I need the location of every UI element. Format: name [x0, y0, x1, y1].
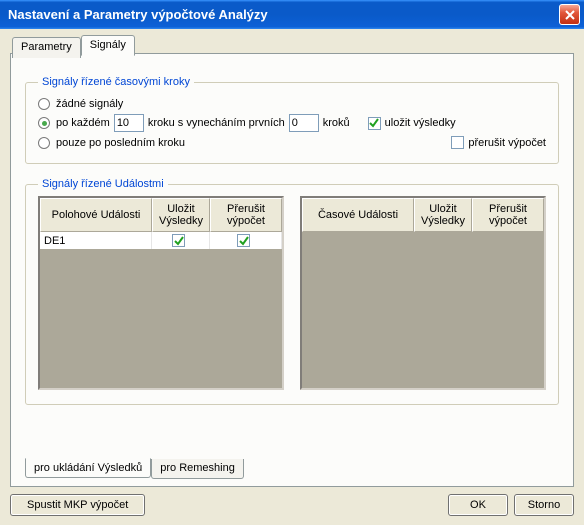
ok-button[interactable]: OK — [448, 494, 508, 516]
col-time-events[interactable]: Časové Události — [302, 198, 414, 232]
radio-every-mid: kroku s vynecháním prvních — [148, 117, 285, 129]
col-right-interrupt[interactable]: Přerušit výpočet — [472, 198, 544, 232]
cell-left-interrupt[interactable] — [210, 232, 282, 249]
group-time-legend: Signály řízené časovými kroky — [38, 76, 194, 88]
skip-input[interactable] — [289, 114, 319, 132]
radio-last-label: pouze po posledním kroku — [56, 137, 185, 149]
radio-none-label: žádné signály — [56, 98, 123, 110]
radio-every-post: kroků — [323, 117, 350, 129]
check-icon — [369, 118, 379, 128]
window-title: Nastavení a Parametry výpočtové Analýzy — [8, 7, 559, 22]
title-bar: Nastavení a Parametry výpočtové Analýzy — [0, 0, 584, 29]
tab-signaly[interactable]: Signály — [81, 35, 135, 56]
check-icon — [239, 236, 249, 246]
dialog-buttons: OK Storno — [448, 494, 574, 516]
col-left-interrupt[interactable]: Přerušit výpočet — [210, 198, 282, 232]
chk-save-label: uložit výsledky — [385, 117, 456, 129]
cell-event-name: DE1 — [40, 232, 152, 249]
tab-page-signaly: Signály řízené časovými kroky žádné sign… — [10, 53, 574, 487]
col-right-save[interactable]: Uložit Výsledky — [414, 198, 472, 232]
close-icon — [565, 10, 575, 20]
top-tabstrip: Parametry Signály — [12, 35, 135, 56]
group-event-signals: Signály řízené Událostmi Polohové Událos… — [25, 178, 559, 405]
run-fem-button[interactable]: Spustit MKP výpočet — [10, 494, 145, 516]
table-row[interactable]: DE1 — [40, 232, 282, 249]
group-time-signals: Signály řízené časovými kroky žádné sign… — [25, 76, 559, 164]
tab-parametry[interactable]: Parametry — [12, 37, 81, 58]
radio-every-pre: po každém — [56, 117, 110, 129]
step-input[interactable] — [114, 114, 144, 132]
radio-last[interactable] — [38, 137, 50, 149]
chk-save-results[interactable] — [368, 117, 381, 130]
btab-remeshing[interactable]: pro Remeshing — [151, 459, 244, 479]
radio-every[interactable] — [38, 117, 50, 129]
chk-interrupt[interactable] — [451, 136, 464, 149]
bottom-tabstrip: pro ukládání Výsledků pro Remeshing — [25, 459, 244, 479]
radio-none[interactable] — [38, 98, 50, 110]
close-button[interactable] — [559, 4, 580, 25]
btab-save-results[interactable]: pro ukládání Výsledků — [25, 458, 151, 478]
list-position-events[interactable]: Polohové Události Uložit Výsledky Přeruš… — [38, 196, 284, 390]
cancel-button[interactable]: Storno — [514, 494, 574, 516]
col-pos-events[interactable]: Polohové Události — [40, 198, 152, 232]
list-time-events[interactable]: Časové Události Uložit Výsledky Přerušit… — [300, 196, 546, 390]
chk-interrupt-label: přerušit výpočet — [468, 137, 546, 149]
col-left-save[interactable]: Uložit Výsledky — [152, 198, 210, 232]
group-event-legend: Signály řízené Událostmi — [38, 178, 168, 190]
cell-left-save[interactable] — [152, 232, 210, 249]
client-area: Parametry Signály Signály řízené časovým… — [0, 29, 584, 525]
check-icon — [174, 236, 184, 246]
